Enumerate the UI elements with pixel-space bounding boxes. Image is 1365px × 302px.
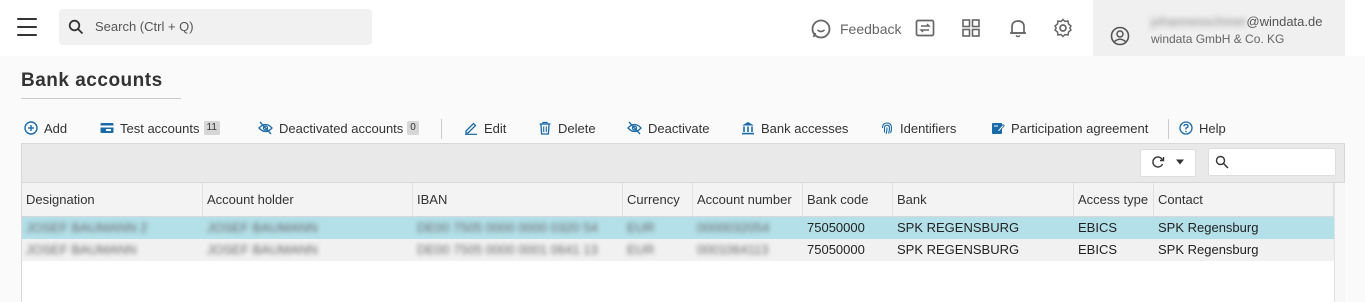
- table-row[interactable]: JOSEF BAUMANN 2 JOSEF BAUMANN DE00 7505 …: [22, 217, 1334, 239]
- document-edit-icon: [992, 123, 1005, 134]
- chevron-down-icon[interactable]: [1175, 158, 1185, 166]
- column-header-bank[interactable]: Bank: [893, 183, 1074, 216]
- cell-designation: JOSEF BAUMANN: [26, 242, 137, 257]
- search-icon: [68, 19, 84, 35]
- add-button[interactable]: Add: [24, 118, 67, 138]
- test-accounts-count-badge: 11: [203, 121, 220, 135]
- toolbar-divider: [1168, 119, 1169, 139]
- cell-bank: SPK REGENSBURG: [897, 242, 1020, 257]
- deactivated-accounts-label: Deactivated accounts: [279, 120, 404, 136]
- toolbar-divider: [441, 119, 442, 139]
- top-bar: Search (Ctrl + Q) Feedback johannesschme…: [0, 0, 1365, 56]
- add-icon: [24, 121, 38, 135]
- cell-designation: JOSEF BAUMANN 2: [26, 220, 148, 235]
- bank-accesses-label: Bank accesses: [761, 120, 849, 136]
- participation-agreement-label: Participation agreement: [1011, 120, 1149, 136]
- bank-accesses-button[interactable]: Bank accesses: [741, 118, 848, 138]
- table-row[interactable]: JOSEF BAUMANN JOSEF BAUMANN DE00 7505 00…: [22, 239, 1334, 261]
- global-search[interactable]: Search (Ctrl + Q): [59, 9, 372, 45]
- feedback-icon: [811, 19, 831, 39]
- user-email-local: johannesschmer: [1151, 14, 1247, 29]
- card-icon: [100, 123, 114, 133]
- bell-icon[interactable]: [1007, 17, 1029, 39]
- grid-search[interactable]: [1208, 148, 1336, 176]
- refresh-icon[interactable]: [1151, 155, 1165, 169]
- grid-search-input[interactable]: [1233, 152, 1333, 172]
- pencil-icon: [465, 122, 477, 135]
- participation-agreement-button[interactable]: Participation agreement: [991, 118, 1148, 138]
- deactivate-label: Deactivate: [648, 120, 710, 136]
- refresh-control: [1140, 149, 1196, 177]
- menu-icon[interactable]: [17, 18, 37, 36]
- switch-icon[interactable]: [914, 17, 936, 39]
- feedback-label: Feedback: [840, 21, 902, 37]
- user-company: windata GmbH & Co. KG: [1151, 32, 1285, 46]
- cell-access-type: EBICS: [1078, 220, 1118, 235]
- cell-bank-code: 75050000: [807, 242, 865, 257]
- cell-currency: EUR: [627, 220, 655, 235]
- cell-contact: SPK Regensburg: [1158, 242, 1259, 257]
- feedback-button[interactable]: Feedback: [810, 17, 901, 41]
- bank-accounts-grid: Designation Account holder IBAN Currency…: [21, 143, 1345, 302]
- grid-toolbar: [22, 144, 1344, 183]
- cell-account-number: 0001064113: [697, 242, 769, 257]
- column-header-access-type[interactable]: Access type: [1074, 183, 1154, 216]
- edit-label: Edit: [484, 120, 507, 136]
- cell-bank: SPK REGENSBURG: [897, 220, 1020, 235]
- user-email: johannesschmer@windata.de: [1151, 14, 1322, 29]
- help-icon: [1179, 121, 1193, 135]
- table-header: Designation Account holder IBAN Currency…: [22, 183, 1344, 217]
- bank-icon: [742, 122, 754, 135]
- search-placeholder: Search (Ctrl + Q): [95, 19, 194, 34]
- cell-iban: DE00 7505 0000 0000 0320 54: [417, 220, 598, 235]
- column-header-iban[interactable]: IBAN: [413, 183, 623, 216]
- title-underline: [21, 98, 181, 99]
- user-avatar-icon: [1110, 26, 1130, 46]
- add-label: Add: [44, 120, 68, 136]
- column-header-bank-code[interactable]: Bank code: [803, 183, 893, 216]
- deactivated-accounts-count-badge: 0: [407, 121, 419, 135]
- edit-button[interactable]: Edit: [464, 118, 506, 138]
- cell-access-type: EBICS: [1078, 242, 1118, 257]
- user-email-domain: @windata.de: [1246, 14, 1323, 29]
- cell-account-holder: JOSEF BAUMANN: [207, 220, 318, 235]
- delete-label: Delete: [558, 120, 596, 136]
- eye-off-icon: [258, 121, 273, 135]
- test-accounts-button[interactable]: Test accounts 11: [100, 118, 220, 138]
- fingerprint-icon: [881, 122, 893, 134]
- delete-button[interactable]: Delete: [538, 118, 596, 138]
- apps-grid-icon[interactable]: [960, 17, 982, 39]
- column-header-contact[interactable]: Contact: [1154, 183, 1334, 216]
- cell-contact: SPK Regensburg: [1158, 220, 1259, 235]
- identifiers-button[interactable]: Identifiers: [880, 118, 956, 138]
- deactivate-button[interactable]: Deactivate: [627, 118, 709, 138]
- identifiers-label: Identifiers: [900, 120, 957, 136]
- user-panel[interactable]: johannesschmer@windata.de windata GmbH &…: [1093, 0, 1345, 56]
- page-title: Bank accounts: [21, 70, 163, 91]
- column-header-designation[interactable]: Designation: [22, 183, 203, 216]
- column-header-currency[interactable]: Currency: [623, 183, 693, 216]
- cell-account-holder: JOSEF BAUMANN: [207, 242, 318, 257]
- gear-icon[interactable]: [1052, 17, 1074, 39]
- cell-iban: DE00 7505 0000 0001 0641 13: [417, 242, 598, 257]
- test-accounts-label: Test accounts: [120, 120, 200, 136]
- help-label: Help: [1199, 120, 1226, 136]
- eye-off-icon: [627, 121, 642, 135]
- cell-account-number: 0000032054: [697, 220, 770, 235]
- deactivated-accounts-button[interactable]: Deactivated accounts 0: [258, 118, 419, 138]
- column-header-account-number[interactable]: Account number: [693, 183, 803, 216]
- search-icon: [1215, 155, 1229, 169]
- toolbar: Add Test accounts 11 Deactivated account…: [0, 118, 1365, 138]
- column-header-account-holder[interactable]: Account holder: [203, 183, 413, 216]
- help-button[interactable]: Help: [1179, 118, 1226, 138]
- trash-icon: [539, 121, 551, 135]
- cell-currency: EUR: [627, 242, 655, 257]
- vertical-scrollbar[interactable]: [1334, 183, 1345, 302]
- cell-bank-code: 75050000: [807, 220, 865, 235]
